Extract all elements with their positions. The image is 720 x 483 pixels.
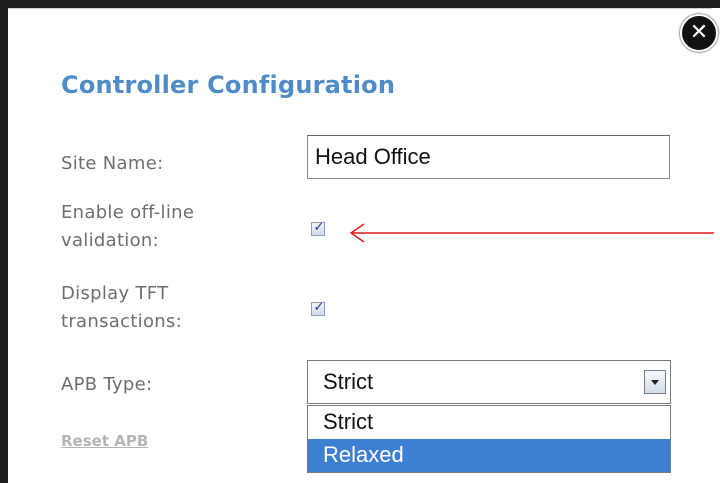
apb-option-strict[interactable]: Strict xyxy=(308,406,670,439)
apb-type-dropdown-list: Strict Relaxed xyxy=(307,405,671,473)
site-name-input[interactable] xyxy=(307,135,670,179)
frame-top-border xyxy=(0,0,720,8)
offline-validation-checkbox[interactable]: ✓ xyxy=(311,220,325,236)
reset-apb-link[interactable]: Reset APB xyxy=(61,432,148,450)
checkmark-icon: ✓ xyxy=(313,300,325,315)
apb-type-label: APB Type: xyxy=(61,374,153,395)
apb-option-relaxed[interactable]: Relaxed xyxy=(308,439,670,472)
apb-type-selected-value: Strict xyxy=(323,369,374,394)
arrow-left-icon xyxy=(349,223,714,243)
chevron-down-icon xyxy=(651,380,659,385)
frame-left-border xyxy=(0,0,8,483)
apb-type-select[interactable]: Strict xyxy=(307,360,671,404)
site-name-label: Site Name: xyxy=(61,153,164,174)
offline-validation-label: Enable off-line validation: xyxy=(61,202,195,251)
checkmark-icon: ✓ xyxy=(313,220,325,235)
dialog-title: Controller Configuration xyxy=(61,71,396,99)
dropdown-button[interactable] xyxy=(644,370,666,394)
tft-transactions-label: Display TFT transactions: xyxy=(61,283,183,332)
tft-transactions-checkbox[interactable]: ✓ xyxy=(311,300,325,316)
screenshot-stage: Controller Configuration Site Name: Enab… xyxy=(0,0,720,483)
controller-config-dialog: Controller Configuration Site Name: Enab… xyxy=(8,8,714,483)
close-icon[interactable]: ✕ xyxy=(680,14,718,52)
